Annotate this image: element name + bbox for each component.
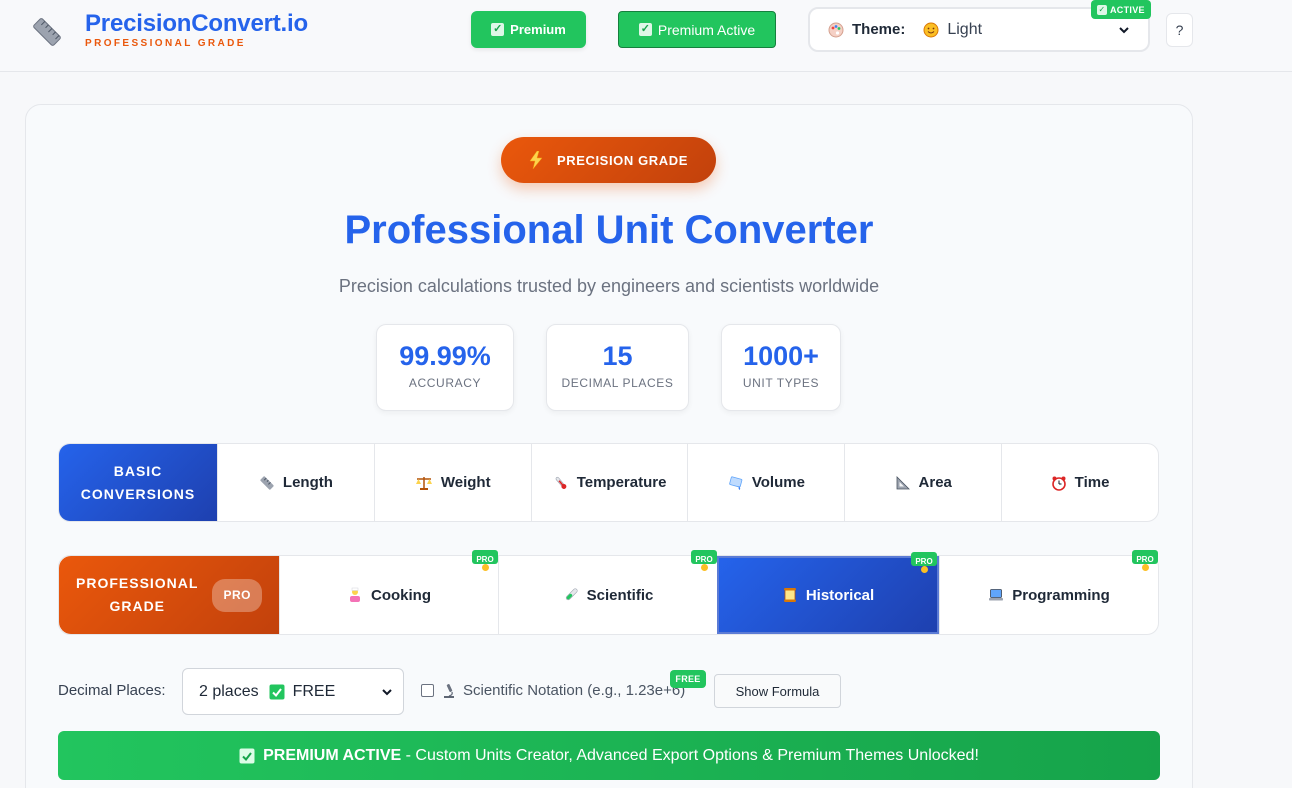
- banner-text: - Custom Units Creator, Advanced Export …: [405, 746, 979, 764]
- premium-button[interactable]: ✓ Premium: [471, 11, 586, 48]
- chef-icon: [350, 587, 360, 602]
- category-label: BASIC: [113, 462, 163, 479]
- tab-scientific[interactable]: PRO Scientific: [498, 550, 717, 634]
- precision-grade-label: PRECISION GRADE: [556, 152, 689, 168]
- stat-label: DECIMAL PLACES: [561, 376, 674, 390]
- theme-label: Theme:: [852, 21, 906, 38]
- tab-label: Cooking: [371, 586, 431, 604]
- stat-value: 1000+: [743, 341, 819, 371]
- tab-weight[interactable]: Weight: [373, 444, 531, 521]
- thermometer-icon: [555, 476, 567, 489]
- laptop-icon: [989, 589, 1004, 601]
- tab-time[interactable]: Time: [1001, 444, 1158, 521]
- status-dot: [482, 564, 489, 571]
- decimal-places-label: Decimal Places:: [58, 682, 166, 699]
- free-badge: FREE: [670, 670, 706, 688]
- droplet-icon: [729, 475, 743, 490]
- check-icon: [239, 748, 255, 763]
- brand-name[interactable]: PrecisionConvert.io: [85, 10, 308, 38]
- brand-tagline: PROFESSIONAL GRADE: [85, 38, 246, 49]
- sun-face-icon: [923, 22, 939, 37]
- tab-label: Programming: [1012, 586, 1110, 604]
- test-tube-icon: [565, 588, 578, 601]
- page-title: Professional Unit Converter: [344, 208, 874, 252]
- stat-label: ACCURACY: [408, 376, 482, 390]
- help-button[interactable]: ?: [1166, 13, 1193, 47]
- alarm-clock-icon: [1051, 476, 1066, 491]
- ruler-logo-icon: [33, 18, 61, 46]
- stat-decimal-places: 15 DECIMAL PLACES: [546, 324, 689, 411]
- chevron-down-icon: [1119, 27, 1129, 34]
- page-subtitle: Precision calculations trusted by engine…: [338, 276, 880, 296]
- active-badge-label: ACTIVE: [1110, 4, 1145, 15]
- basic-conversions-category: BASIC CONVERSIONS: [59, 444, 217, 521]
- tab-cooking[interactable]: PRO Cooking: [279, 550, 498, 634]
- tab-historical[interactable]: PRO Historical: [717, 552, 939, 634]
- scientific-notation-text: Scientific Notation (e.g., 1.23e+6): [463, 682, 686, 699]
- decimal-places-value: 2 places: [199, 682, 259, 700]
- tab-label: Area: [918, 474, 952, 491]
- palette-icon: [828, 22, 844, 37]
- basic-conversions-tabs: BASIC CONVERSIONS Length Weight Temperatu…: [58, 443, 1159, 522]
- scientific-notation-label[interactable]: Scientific Notation (e.g., 1.23e+6): [441, 682, 685, 699]
- theme-value-label: Light: [947, 20, 983, 38]
- premium-active-banner: PREMIUM ACTIVE - Custom Units Creator, A…: [58, 731, 1160, 780]
- tab-label: Historical: [805, 586, 875, 604]
- tab-length[interactable]: Length: [217, 444, 374, 521]
- tab-volume[interactable]: Volume: [687, 444, 844, 521]
- stat-label: UNIT TYPES: [742, 376, 820, 390]
- check-icon: ✓: [1097, 4, 1107, 15]
- lightning-icon: [529, 151, 543, 169]
- chevron-down-icon: [382, 689, 392, 696]
- scroll-icon: [783, 588, 796, 602]
- ruler-icon: [260, 475, 274, 490]
- premium-active-label: Premium Active: [657, 21, 756, 38]
- premium-active-button[interactable]: ✓ Premium Active: [618, 11, 776, 48]
- status-dot: [701, 564, 708, 571]
- tab-label: Volume: [751, 474, 805, 491]
- pro-badge: PRO: [212, 578, 262, 612]
- theme-value: Light: [923, 21, 982, 39]
- tab-label: Time: [1074, 474, 1110, 491]
- triangle-ruler-icon: [896, 475, 910, 489]
- professional-grade-tabs: PROFESSIONAL GRADE PRO PRO Cooking PRO Sc…: [58, 550, 1159, 635]
- microscope-icon: [444, 683, 454, 698]
- check-icon: [269, 684, 285, 699]
- tab-programming[interactable]: PRO Programming: [939, 550, 1158, 634]
- category-label: GRADE: [109, 598, 166, 614]
- scale-icon: [415, 476, 432, 490]
- precision-grade-pill: PRECISION GRADE: [501, 137, 716, 183]
- banner-strong: PREMIUM ACTIVE: [263, 746, 402, 764]
- pro-mini-badge: PRO: [1132, 550, 1158, 564]
- stat-unit-types: 1000+ UNIT TYPES: [721, 324, 841, 411]
- tab-area[interactable]: Area: [844, 444, 1001, 521]
- tab-temperature[interactable]: Temperature: [530, 444, 688, 521]
- active-badge: ✓ ACTIVE: [1091, 0, 1151, 19]
- decimal-places-select[interactable]: 2 places FREE: [182, 668, 404, 715]
- category-label: CONVERSIONS: [80, 485, 196, 502]
- status-dot: [921, 566, 928, 573]
- stat-value: 15: [602, 341, 633, 371]
- top-bar: PrecisionConvert.io PROFESSIONAL GRADE ✓…: [0, 0, 1292, 72]
- decimal-places-tier: FREE: [292, 682, 336, 700]
- stat-value: 99.99%: [399, 341, 491, 371]
- check-icon: ✓: [491, 23, 505, 36]
- professional-grade-category: PROFESSIONAL GRADE PRO: [59, 556, 279, 634]
- tab-label: Temperature: [576, 474, 667, 491]
- stat-accuracy: 99.99% ACCURACY: [376, 324, 514, 411]
- category-label: PROFESSIONAL: [76, 575, 199, 591]
- tab-label: Scientific: [586, 586, 654, 604]
- show-formula-button[interactable]: Show Formula: [714, 674, 841, 708]
- scientific-notation-checkbox[interactable]: [421, 684, 434, 697]
- status-dot: [1142, 564, 1149, 571]
- pro-mini-badge: PRO: [472, 550, 498, 564]
- pro-mini-badge: PRO: [691, 550, 717, 564]
- check-icon: ✓: [638, 23, 652, 36]
- tab-label: Weight: [440, 474, 491, 491]
- premium-button-label: Premium: [510, 22, 566, 37]
- pro-mini-badge: PRO: [911, 552, 937, 566]
- tab-label: Length: [282, 474, 333, 491]
